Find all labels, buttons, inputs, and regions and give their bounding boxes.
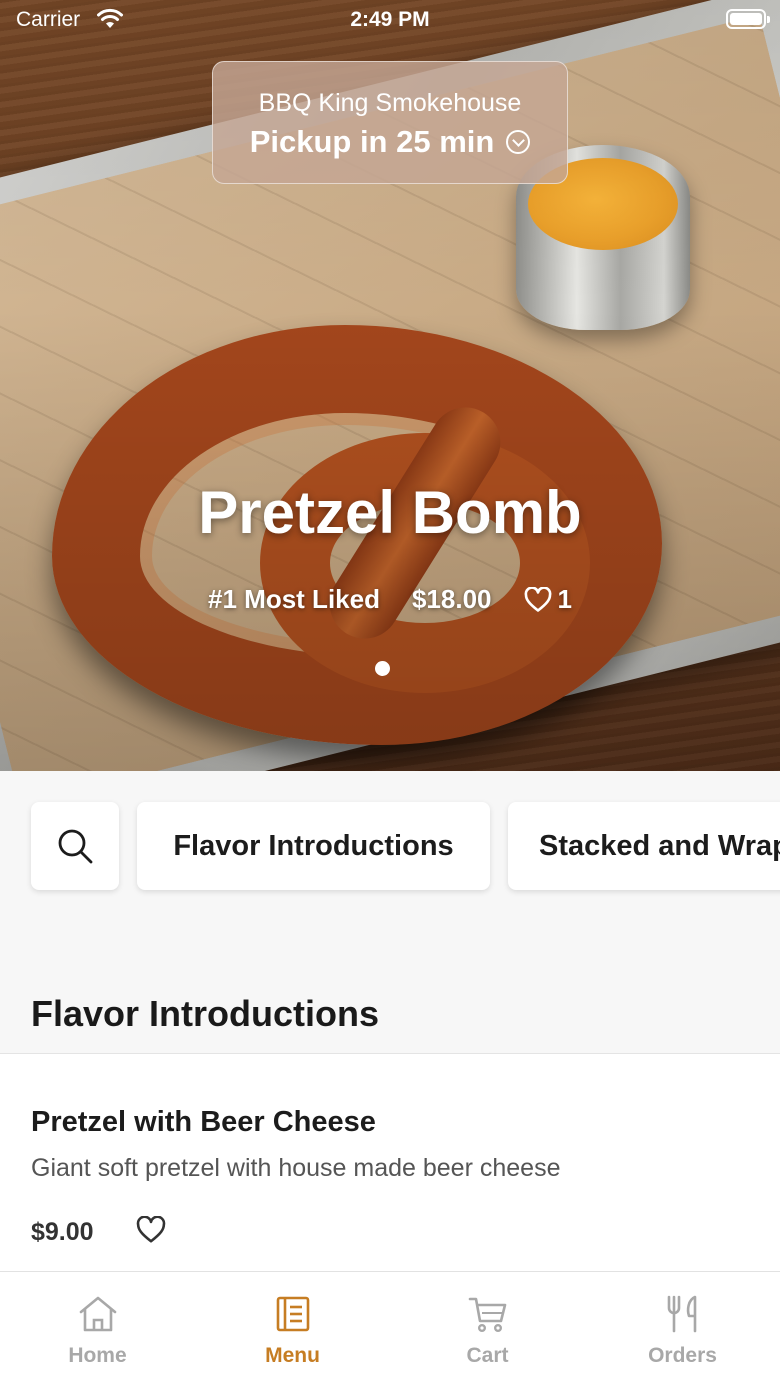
menu-item-like-button[interactable] [136,1215,166,1249]
tab-orders-label: Orders [648,1344,717,1367]
menu-item-price: $9.00 [31,1218,94,1246]
clock: 2:49 PM [350,8,430,31]
featured-price: $18.00 [411,584,492,614]
pickup-location-selector[interactable]: BBQ King Smokehouse Pickup in 25 min [212,61,568,184]
menu-item[interactable]: Pretzel with Beer Cheese Giant soft pret… [0,1053,780,1271]
featured-badge: #1 Most Liked [208,584,380,614]
tab-home[interactable]: Home [0,1272,195,1387]
menu-item-name: Pretzel with Beer Cheese [31,1106,376,1138]
battery-icon [726,9,770,29]
search-button[interactable] [31,802,119,890]
category-bar[interactable]: Flavor Introductions Stacked and Wrapped [0,771,780,951]
featured-item-meta: #1 Most Liked $18.00 1 [0,584,780,615]
tab-menu-label: Menu [265,1344,320,1367]
tab-cart-label: Cart [466,1344,509,1367]
category-chip-stacked-and-wrapped[interactable]: Stacked and Wrapped [508,802,780,890]
tab-cart[interactable]: Cart [390,1272,585,1387]
pickup-time: Pickup in 25 min [249,124,495,159]
cart-icon [468,1292,508,1336]
featured-item-title: Pretzel Bomb [198,479,582,546]
menu-book-icon [275,1292,311,1336]
store-name: BBQ King Smokehouse [258,89,522,117]
tab-orders[interactable]: Orders [585,1272,780,1387]
like-count: 1 [557,584,572,614]
search-icon [58,829,93,864]
tab-home-label: Home [68,1344,127,1367]
tab-bar: Home Menu Cart Orders [0,1271,780,1387]
hero-banner[interactable]: Carrier 2:49 PM BBQ King Smokehouse Pick… [0,0,780,771]
utensils-icon [665,1292,701,1336]
tab-menu[interactable]: Menu [195,1272,390,1387]
chevron-down-icon [506,130,531,154]
status-bar: Carrier 2:49 PM [0,0,780,40]
home-icon [77,1292,119,1336]
menu-item-description: Giant soft pretzel with house made beer … [31,1154,561,1182]
category-chip-flavor-introductions[interactable]: Flavor Introductions [137,802,490,890]
featured-like-button[interactable]: 1 [524,584,572,615]
section-title: Flavor Introductions [31,993,380,1034]
carousel-page-indicator [375,661,390,676]
heart-icon [136,1215,166,1243]
heart-icon [524,586,551,612]
